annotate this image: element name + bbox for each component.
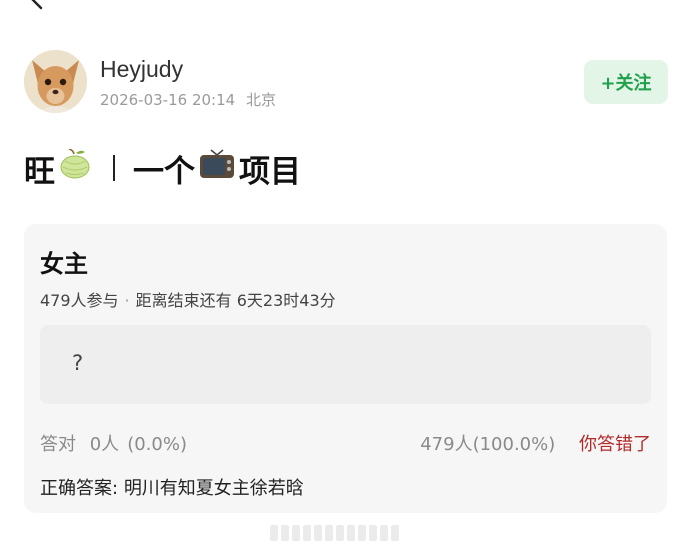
melon-icon xyxy=(59,148,91,187)
correct-label: 答对 xyxy=(40,434,76,455)
poll-title: 女主 xyxy=(40,250,88,278)
dog-avatar-icon xyxy=(24,50,87,113)
television-icon xyxy=(199,148,235,188)
post-location: 北京 xyxy=(245,91,276,109)
title-part-1: 旺 xyxy=(24,153,55,190)
watermark xyxy=(270,522,410,544)
follow-button[interactable]: +关注 xyxy=(584,60,668,104)
stats-separator: · xyxy=(124,291,130,310)
correct-answer-row: 正确答案: 明川有知夏女主徐若晗 xyxy=(40,474,304,500)
poll-countdown: 距离结束还有 6天23时43分 xyxy=(135,291,336,310)
wrong-count: 479人(100.0%) xyxy=(420,434,556,455)
post-title: 旺 一个 项目 xyxy=(24,148,301,190)
poll-card: 女主 479人参与 · 距离结束还有 6天23时43分 ? 答对 0人 (0.0%) … xyxy=(24,224,667,513)
title-part-2: 一个 xyxy=(133,153,195,190)
wrong-stats: 479人(100.0%) 你答错了 xyxy=(420,430,651,456)
poll-participants: 479人参与 xyxy=(40,291,119,310)
author-name[interactable]: Heyjudy xyxy=(100,56,183,83)
post-meta: 2026-03-16 20:14 北京 xyxy=(100,89,282,110)
poll-option[interactable]: ? xyxy=(40,325,651,404)
correct-count: 0人 xyxy=(89,434,120,455)
back-button[interactable] xyxy=(26,0,50,10)
post-header: Heyjudy 2026-03-16 20:14 北京 +关注 xyxy=(24,50,668,114)
title-part-3: 项目 xyxy=(239,153,301,190)
avatar[interactable] xyxy=(24,50,87,113)
title-divider xyxy=(113,155,115,181)
correct-answer-value: 明川有知夏女主徐若晗 xyxy=(123,478,304,499)
correct-stats: 答对 0人 (0.0%) xyxy=(40,430,187,456)
correct-pct: (0.0%) xyxy=(127,434,187,455)
post-date: 2026-03-16 20:14 xyxy=(100,91,236,109)
poll-stats: 479人参与 · 距离结束还有 6天23时43分 xyxy=(40,287,336,311)
correct-answer-label: 正确答案: xyxy=(40,478,119,499)
poll-option-text: ? xyxy=(72,351,84,375)
chevron-left-icon xyxy=(31,0,43,10)
wrong-answer-label: 你答错了 xyxy=(579,434,651,455)
